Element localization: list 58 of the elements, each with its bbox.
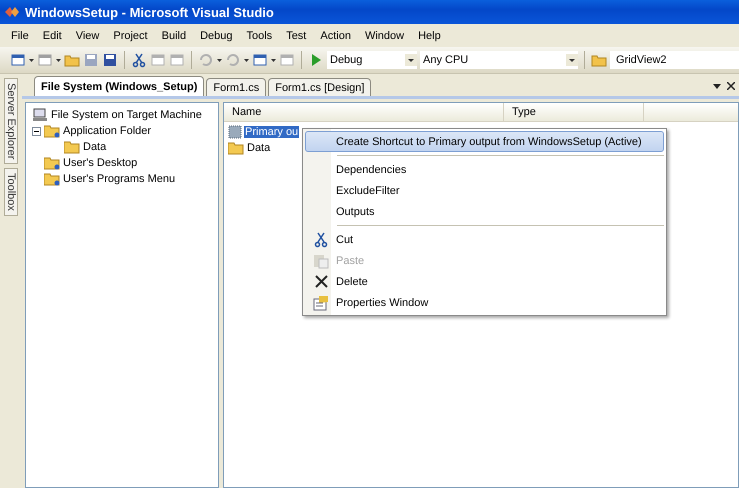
context-menu-item[interactable]: Outputs bbox=[305, 201, 664, 222]
menu-item[interactable]: Action bbox=[313, 30, 358, 42]
menu-item[interactable]: Help bbox=[411, 30, 448, 42]
output-icon bbox=[228, 125, 242, 139]
column-header[interactable]: Name bbox=[224, 103, 504, 121]
side-tab[interactable]: Toolbox bbox=[4, 168, 18, 216]
menu-item[interactable]: Build bbox=[154, 30, 194, 42]
app-logo-icon bbox=[4, 5, 20, 19]
shared-folder-icon bbox=[44, 156, 60, 170]
dropdown-caret-icon[interactable] bbox=[56, 58, 61, 62]
save-all-icon[interactable] bbox=[102, 52, 118, 68]
dropdown-caret-icon[interactable] bbox=[713, 84, 721, 88]
context-menu-item[interactable]: Delete bbox=[305, 271, 664, 292]
window-title: WindowsSetup - Microsoft Visual Studio bbox=[25, 4, 274, 20]
shared-folder-icon bbox=[44, 124, 60, 138]
tree-item[interactable]: Data bbox=[83, 141, 106, 153]
dropdown-caret-icon[interactable] bbox=[244, 58, 249, 62]
context-menu-item[interactable]: Create Shortcut to Primary output from WindowsSetup (Active) bbox=[305, 131, 664, 152]
folder-icon bbox=[64, 140, 80, 154]
tree-item[interactable]: User's Programs Menu bbox=[63, 173, 176, 185]
cut-icon[interactable] bbox=[131, 52, 147, 68]
tree-item[interactable]: Application Folder bbox=[63, 125, 152, 137]
expand-toggle[interactable] bbox=[32, 126, 41, 136]
menu-item[interactable]: Window bbox=[358, 30, 412, 42]
delete-icon bbox=[314, 275, 328, 288]
menu-item[interactable]: Edit bbox=[36, 30, 69, 42]
document-tab[interactable]: Form1.cs bbox=[206, 78, 266, 96]
tree-root[interactable]: File System on Target Machine bbox=[51, 109, 202, 121]
shared-folder-icon bbox=[44, 172, 60, 186]
computer-icon bbox=[32, 108, 48, 122]
menu-item[interactable]: File bbox=[4, 30, 36, 42]
menu-item[interactable]: View bbox=[68, 30, 106, 42]
menu-item[interactable]: Test bbox=[279, 30, 314, 42]
tree-item[interactable]: User's Desktop bbox=[63, 157, 138, 169]
menu-item[interactable]: Debug bbox=[193, 30, 240, 42]
menu-item[interactable]: Tools bbox=[240, 30, 280, 42]
find-field[interactable]: GridView2 bbox=[610, 51, 739, 69]
side-tab[interactable]: Server Explorer bbox=[4, 78, 18, 164]
dropdown-caret-icon[interactable] bbox=[271, 58, 276, 62]
list-item[interactable]: Data bbox=[246, 142, 272, 154]
document-tab[interactable]: Form1.cs [Design] bbox=[268, 78, 372, 96]
close-icon[interactable] bbox=[727, 82, 735, 90]
column-header[interactable]: Type bbox=[504, 103, 644, 121]
context-menu-item[interactable]: ExcludeFilter bbox=[305, 180, 664, 201]
dropdown-caret-icon[interactable] bbox=[29, 58, 34, 62]
properties-icon bbox=[313, 294, 329, 310]
configuration-dropdown[interactable]: Debug bbox=[327, 51, 417, 69]
platform-dropdown[interactable]: Any CPU bbox=[420, 51, 578, 69]
context-menu-item[interactable]: Dependencies bbox=[305, 159, 664, 180]
document-tab[interactable]: File System (Windows_Setup) bbox=[34, 76, 204, 96]
dropdown-caret-icon[interactable] bbox=[217, 58, 222, 62]
context-menu-item[interactable]: Cut bbox=[305, 229, 664, 250]
context-menu-item[interactable]: Properties Window bbox=[305, 292, 664, 313]
menu-item[interactable]: Project bbox=[106, 30, 155, 42]
folder-icon bbox=[228, 141, 244, 155]
scissors-icon bbox=[314, 232, 328, 248]
list-item[interactable]: Primary ou bbox=[244, 126, 300, 138]
clipboard-icon bbox=[313, 252, 329, 268]
